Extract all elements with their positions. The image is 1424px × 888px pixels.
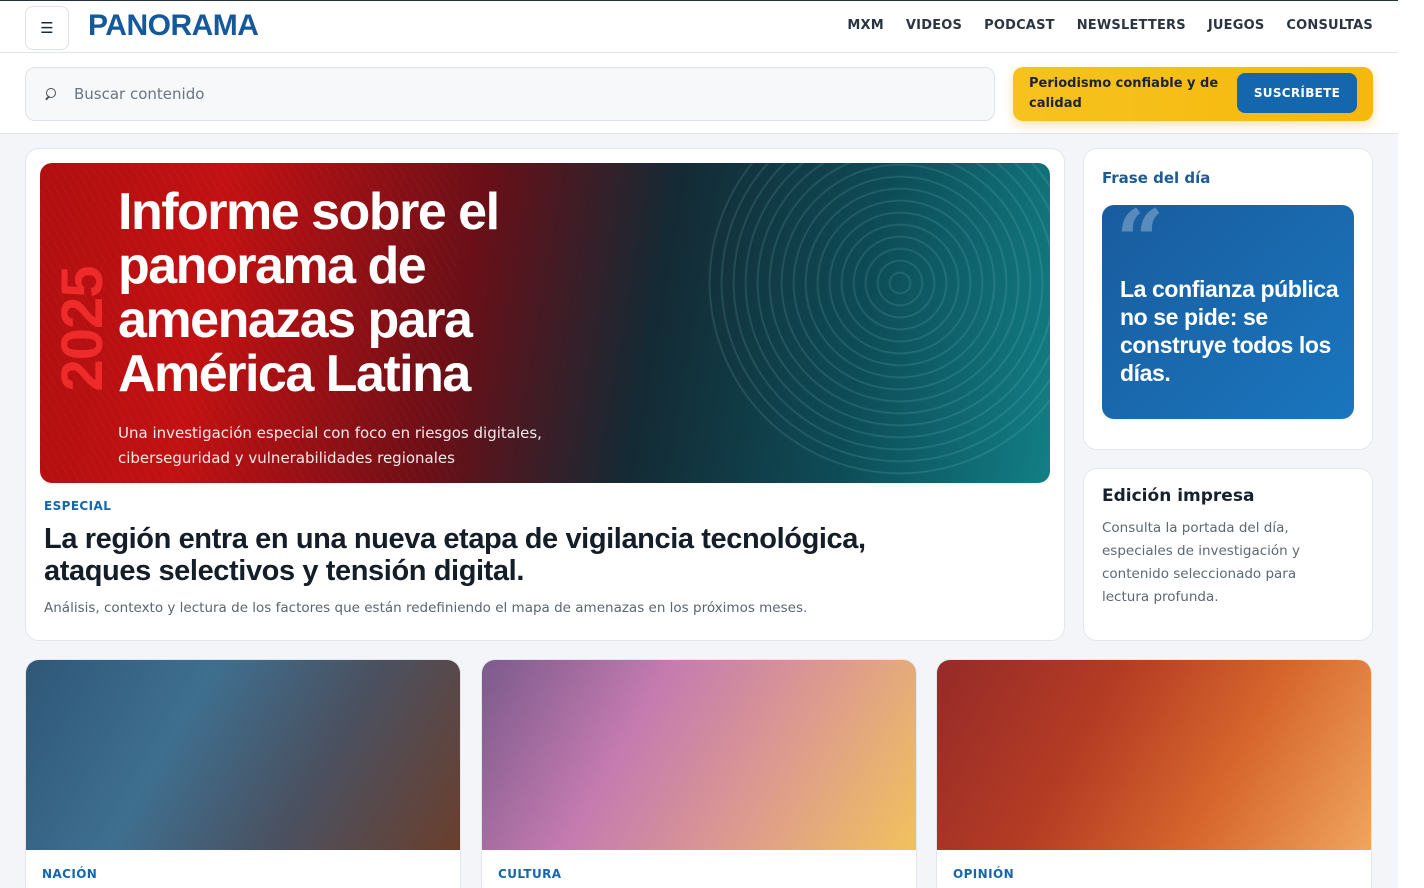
- print-edition-description: Consulta la portada del día, especiales …: [1102, 520, 1300, 605]
- card-category[interactable]: OPINIÓN: [953, 867, 1014, 881]
- news-card-opinion[interactable]: OPINIÓN: [936, 659, 1372, 888]
- search-icon: [44, 87, 58, 101]
- menu-button[interactable]: ☰: [25, 6, 69, 50]
- print-edition-card[interactable]: Edición impresa Consulta la portada del …: [1083, 468, 1373, 641]
- subscribe-button[interactable]: SUSCRÍBETE: [1237, 73, 1357, 113]
- nav-item-juegos[interactable]: JUEGOS: [1208, 18, 1265, 33]
- news-card-nacion[interactable]: NACIÓN: [25, 659, 461, 888]
- article-headline[interactable]: La región entra en una nueva etapa de vi…: [44, 523, 944, 587]
- scrollbar-track[interactable]: [1398, 0, 1424, 888]
- nav-item-consultas[interactable]: CONSULTAS: [1286, 18, 1373, 33]
- quote-card-title: Frase del día: [1102, 169, 1211, 187]
- card-image[interactable]: [26, 660, 460, 850]
- quote-box: “ La confianza pública no se pide: se co…: [1102, 205, 1354, 419]
- hero-ring-pattern: [700, 163, 1050, 483]
- main-nav: MXM VIDEOS PODCAST NEWSLETTERS JUEGOS CO…: [847, 18, 1373, 33]
- site-logo[interactable]: PANORAMA: [88, 9, 259, 43]
- nav-item-mxm[interactable]: MXM: [847, 18, 884, 33]
- featured-article-card[interactable]: 2025 Informe sobre el panorama de amenaz…: [25, 148, 1065, 641]
- quote-mark-icon: “: [1116, 205, 1165, 290]
- hero-year: 2025: [50, 266, 115, 392]
- promo-text: Periodismo confiable y de calidad: [1029, 76, 1219, 111]
- hero-title: Informe sobre el panorama de amenazas pa…: [118, 183, 500, 403]
- article-kicker[interactable]: ESPECIAL: [44, 499, 111, 513]
- print-edition-title[interactable]: Edición impresa: [1102, 486, 1254, 506]
- hero-banner[interactable]: 2025 Informe sobre el panorama de amenaz…: [40, 163, 1050, 483]
- nav-item-videos[interactable]: VIDEOS: [906, 18, 962, 33]
- quote-of-the-day-card: Frase del día “ La confianza pública no …: [1083, 148, 1373, 450]
- page: ☰ PANORAMA MXM VIDEOS PODCAST NEWSLETTER…: [0, 0, 1398, 888]
- hamburger-menu-icon: ☰: [40, 19, 54, 37]
- card-category[interactable]: NACIÓN: [42, 867, 97, 881]
- article-summary: Análisis, contexto y lectura de los fact…: [44, 600, 808, 616]
- search-bar-row: Periodismo confiable y de calidad SUSCRÍ…: [0, 53, 1398, 134]
- card-image[interactable]: [937, 660, 1371, 850]
- quote-text: La confianza pública no se pide: se cons…: [1120, 276, 1339, 386]
- hero-subtitle: Una investigación especial con foco en r…: [118, 424, 542, 467]
- top-header: ☰ PANORAMA MXM VIDEOS PODCAST NEWSLETTER…: [0, 0, 1398, 53]
- nav-item-podcast[interactable]: PODCAST: [984, 18, 1055, 33]
- news-card-cultura[interactable]: CULTURA: [481, 659, 917, 888]
- nav-item-newsletters[interactable]: NEWSLETTERS: [1077, 18, 1186, 33]
- search-box[interactable]: [25, 67, 995, 121]
- search-input[interactable]: [74, 85, 954, 103]
- card-image[interactable]: [482, 660, 916, 850]
- subscription-promo: Periodismo confiable y de calidad SUSCRÍ…: [1013, 67, 1373, 121]
- card-category[interactable]: CULTURA: [498, 867, 561, 881]
